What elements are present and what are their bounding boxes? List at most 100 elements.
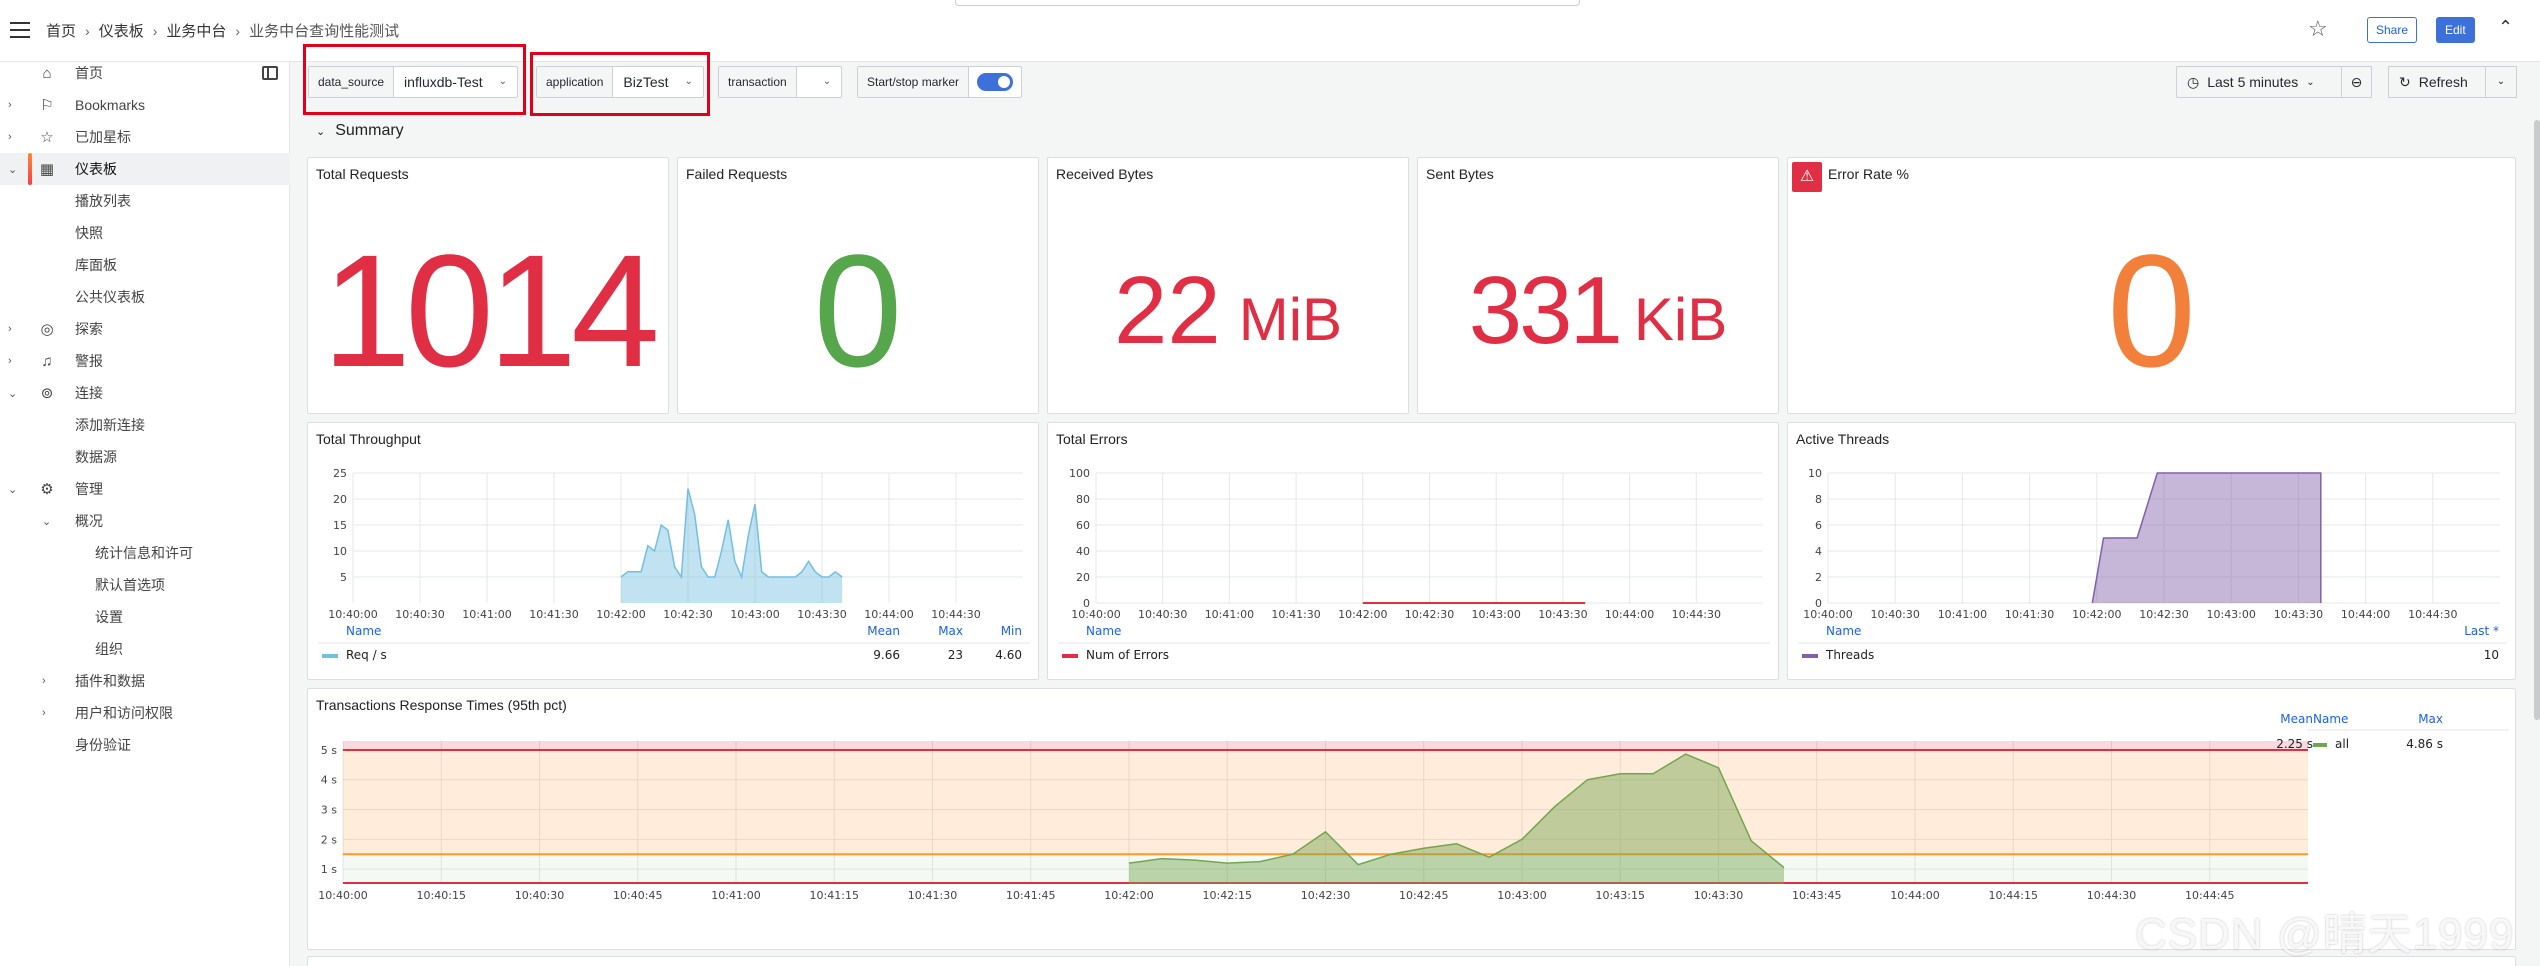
star-icon[interactable]: ☆ — [2308, 16, 2328, 42]
zoom-out-icon: ⊖ — [2350, 74, 2363, 90]
scrollbar[interactable] — [2534, 120, 2540, 720]
sidebar-item-dashboards[interactable]: ⌄ ▦ 仪表板 — [0, 153, 290, 185]
chevron-down-icon[interactable]: ⌄ — [42, 515, 51, 528]
share-button[interactable]: Share — [2367, 17, 2418, 43]
chevron-up-icon[interactable]: ⌃ — [2498, 17, 2513, 38]
panel-total-throughput: Total Throughput 5 10 15 20 25 10:40:00 10:40:… — [307, 422, 1039, 680]
panel-received-bytes: Received Bytes 22 MiB — [1047, 157, 1409, 414]
sidebar-item-library-panels[interactable]: 库面板 — [0, 249, 290, 281]
sidebar-item-authentication[interactable]: 身份验证 — [0, 729, 290, 761]
legend-value: Threads — [1825, 648, 1874, 662]
x-tick-label: 10:41:30 — [1271, 608, 1320, 621]
sidebar-item-data-sources[interactable]: 数据源 — [0, 441, 290, 473]
sidebar-item-default-preferences[interactable]: 默认首选项 — [0, 569, 290, 601]
threads-chart[interactable]: 024681010:40:00 10:40:30 10:41:00 10:41:30 1… — [1788, 423, 2517, 681]
sidebar-item-stats-license[interactable]: 统计信息和许可 — [0, 537, 290, 569]
variable-label: Start/stop marker — [858, 67, 970, 97]
refresh-label: Refresh — [2418, 74, 2468, 90]
x-tick-label: 10:41:30 — [529, 608, 578, 621]
chevron-right-icon: › — [235, 22, 241, 39]
breadcrumb-home[interactable]: 首页 — [46, 20, 76, 41]
chevron-down-icon: ⌄ — [2306, 76, 2315, 88]
throughput-chart[interactable]: 5 10 15 20 25 10:40:00 10:40:30 10:41:00 10:41:3… — [308, 423, 1040, 681]
zoom-out-button[interactable]: ⊖ — [2342, 66, 2372, 98]
sidebar-item-organizations[interactable]: 组织 — [0, 633, 290, 665]
sidebar-item-label: 数据源 — [75, 449, 117, 465]
chevron-right-icon[interactable]: › — [8, 99, 12, 111]
legend-header: Name — [346, 624, 381, 638]
clock-icon: ◷ — [2187, 73, 2200, 90]
panel-title[interactable]: Failed Requests — [686, 166, 787, 182]
chevron-down-icon[interactable]: ⌄ — [8, 163, 17, 176]
variable-label: transaction — [719, 67, 797, 97]
x-tick-label: 10:43:00 — [1497, 889, 1546, 902]
legend-value: 10 — [2484, 648, 2499, 662]
marker-toggle[interactable] — [977, 73, 1014, 91]
x-tick-label: 10:43:00 — [730, 608, 779, 621]
y-tick-label: 4 s — [321, 774, 337, 787]
sidebar-item-connections[interactable]: ⌄ ⊚ 连接 — [0, 377, 290, 409]
panel-title[interactable]: Total Requests — [316, 166, 409, 182]
legend-value: Req / s — [346, 648, 387, 662]
panel-title[interactable]: Error Rate % — [1828, 166, 1909, 182]
x-tick-label: 10:44:30 — [931, 608, 980, 621]
chevron-right-icon[interactable]: › — [8, 131, 12, 143]
row-summary[interactable]: ⌄ Summary — [316, 122, 404, 140]
panel-title[interactable]: Sent Bytes — [1426, 166, 1494, 182]
breadcrumb-dashboards[interactable]: 仪表板 — [99, 20, 144, 41]
sidebar-item-label: 组织 — [95, 641, 123, 657]
bell-icon: ♫ — [41, 352, 53, 370]
refresh-icon: ↻ — [2399, 73, 2411, 90]
x-tick-label: 10:41:30 — [908, 889, 957, 902]
sidebar-item-label: 首页 — [75, 65, 103, 81]
y-tick-label: 6 — [1815, 519, 1822, 532]
panel-total-requests: Total Requests 1014 — [307, 157, 669, 414]
search-bar[interactable] — [955, 0, 1580, 6]
sidebar-item-explore[interactable]: › ◎ 探索 — [0, 313, 290, 345]
sidebar-item-starred[interactable]: › ☆ 已加星标 — [0, 121, 290, 153]
legend-header: Name — [1086, 624, 1121, 638]
sidebar-item-bookmarks[interactable]: › ⚐ Bookmarks — [0, 89, 290, 121]
chevron-right-icon[interactable]: › — [42, 707, 46, 719]
sidebar-item-general[interactable]: ⌄ 概况 — [0, 505, 290, 537]
x-tick-label: 10:41:00 — [1938, 608, 1987, 621]
sidebar-item-playlists[interactable]: 播放列表 — [0, 185, 290, 217]
sidebar-item-home[interactable]: ⌂ 首页 — [0, 57, 290, 89]
time-range-picker[interactable]: ◷ Last 5 minutes ⌄ — [2176, 66, 2342, 98]
variable-marker: Start/stop marker — [857, 66, 1023, 98]
refresh-interval-dropdown[interactable]: ⌄ — [2485, 66, 2517, 98]
chevron-right-icon[interactable]: › — [42, 675, 46, 687]
chevron-down-icon[interactable]: ⌄ — [8, 483, 17, 496]
errors-chart[interactable]: 02040608010010:40:00 10:40:30 10:41:00 10:4… — [1048, 423, 1780, 681]
bookmark-icon: ⚐ — [40, 97, 54, 114]
breadcrumb-folder[interactable]: 业务中台 — [166, 20, 226, 41]
legend-header: Max — [2418, 712, 2443, 726]
edit-button[interactable]: Edit — [2436, 17, 2475, 43]
panel-title[interactable]: Received Bytes — [1056, 166, 1153, 182]
legend-header: Max — [938, 624, 963, 638]
sidebar-item-snapshots[interactable]: 快照 — [0, 217, 290, 249]
variable-transaction[interactable]: transaction ⌄ — [718, 66, 842, 98]
sidebar-item-plugins-data[interactable]: › 插件和数据 — [0, 665, 290, 697]
x-tick-label: 10:42:00 — [596, 608, 645, 621]
sidebar-item-label: 警报 — [75, 353, 103, 369]
x-tick-label: 10:44:00 — [2341, 608, 2390, 621]
legend-value: 4.60 — [995, 648, 1022, 662]
sidebar-item-users-access[interactable]: › 用户和访问权限 — [0, 697, 290, 729]
chevron-down-icon[interactable]: ⌄ — [8, 387, 17, 400]
y-tick-label: 2 s — [321, 833, 337, 846]
stat-number: 0 — [813, 220, 903, 400]
threshold-band-red — [343, 741, 2308, 750]
sidebar-item-public-dashboards[interactable]: 公共仪表板 — [0, 281, 290, 313]
sidebar-item-alerting[interactable]: › ♫ 警报 — [0, 345, 290, 377]
variable-select[interactable]: ⌄ — [797, 67, 841, 97]
x-tick-label: 10:44:30 — [1672, 608, 1721, 621]
sidebar-item-label: 用户和访问权限 — [75, 705, 173, 721]
sidebar-item-administration[interactable]: ⌄ ⚙ 管理 — [0, 473, 290, 505]
menu-icon[interactable] — [10, 22, 30, 38]
chevron-right-icon[interactable]: › — [8, 323, 12, 335]
sidebar-item-add-connection[interactable]: 添加新连接 — [0, 409, 290, 441]
sidebar-item-settings[interactable]: 设置 — [0, 601, 290, 633]
chevron-right-icon[interactable]: › — [8, 355, 12, 367]
warning-icon[interactable]: ⚠ — [1792, 162, 1822, 192]
